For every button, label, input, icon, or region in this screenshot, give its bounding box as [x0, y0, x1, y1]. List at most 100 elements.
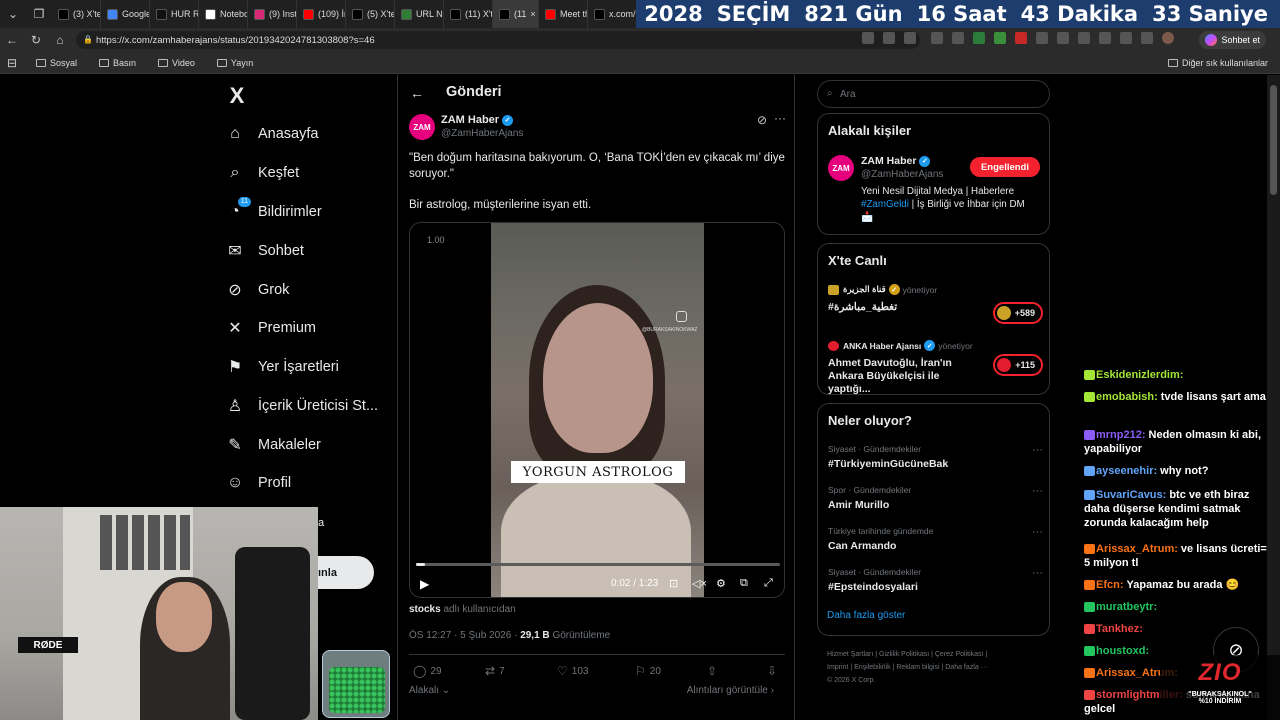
more-options-icon[interactable]: ··· [1032, 485, 1043, 497]
fullscreen-icon[interactable]: ⤢ [764, 577, 773, 590]
other-bookmarks[interactable]: Diğer sık kullanılanlar [1167, 58, 1268, 68]
author-name[interactable]: ZAM Haber ✓ [441, 114, 514, 126]
ext-icon[interactable] [952, 32, 964, 44]
browser-tab[interactable]: Notebo [199, 0, 248, 28]
video-player[interactable]: 1.00 @BURAKSAKINOKWAZ YORGUN ASTROLOG ▶ … [409, 222, 785, 598]
more-options-icon[interactable]: ··· [1032, 526, 1043, 538]
author-avatar[interactable]: ZAM [409, 114, 435, 140]
nav-item-search[interactable]: ⌕ Keşfet [226, 164, 300, 182]
nav-item-profile[interactable]: ☺ Profil [226, 474, 291, 492]
ext-icon[interactable] [973, 32, 985, 44]
tab-actions-icon[interactable]: ⊟ [0, 51, 24, 75]
post-button[interactable]: ınla [318, 556, 374, 589]
relevance-dropdown[interactable]: Alakalı ⌄ [409, 685, 450, 696]
bookmark-folder-sosyal[interactable]: Sosyal [36, 58, 77, 68]
url-field[interactable]: 🔒 https://x.com/zamhaberajans/status/2019… [76, 31, 920, 49]
more-options-icon[interactable]: ··· [774, 111, 786, 125]
more-icon[interactable] [1141, 32, 1153, 44]
bio-hashtag[interactable]: #ZamGeldi [861, 199, 909, 210]
browser-tab[interactable]: HUR Re [150, 0, 199, 28]
reply-button[interactable]: ◯ 29 [413, 664, 442, 678]
profile-avatar[interactable] [1162, 32, 1174, 44]
nav-item-creator[interactable]: ♙ İçerik Üreticisi St... [226, 397, 378, 415]
search-input[interactable]: ⌕ Ara [817, 80, 1050, 108]
collections-icon[interactable] [1120, 32, 1132, 44]
bookmark-folder-yayin[interactable]: Yayın [216, 58, 253, 68]
view-quotes-link[interactable]: Alıntıları görüntüle › [687, 685, 774, 696]
nav-item-x[interactable]: ✕ Premium [226, 319, 316, 337]
ext-icon[interactable] [1015, 32, 1027, 44]
bookmark-button[interactable]: ⚐ 20 [635, 664, 661, 678]
grok-icon[interactable]: ⊘ [757, 113, 767, 127]
favorites-icon[interactable] [1078, 32, 1090, 44]
legal-line[interactable]: Imprint | Erişilebilirlik | Reklam bilgi… [827, 661, 1042, 674]
nav-item-bell[interactable]: ◔ 11 Bildirimler [226, 197, 322, 221]
download-button[interactable]: ⇩ [767, 664, 777, 678]
other-bookmarks-label: Diğer sık kullanılanlar [1181, 58, 1268, 68]
source-user[interactable]: stocks [409, 604, 441, 615]
nav-item-article[interactable]: ✎ Makaleler [226, 436, 321, 454]
close-tab-icon[interactable]: × [530, 9, 535, 19]
more-options-icon[interactable]: ··· [1032, 444, 1043, 456]
browser-tab[interactable]: URL Ni [395, 0, 444, 28]
extensions-icon[interactable] [1036, 32, 1048, 44]
captions-icon[interactable]: ⊡ [669, 577, 678, 590]
chat-button[interactable]: Sohbet et [1199, 31, 1266, 49]
live-item[interactable]: قناة الجزيرة ✓ yönetiyor #تغطية_مباشرة +58… [828, 284, 1043, 324]
blocked-button[interactable]: Engellendi [970, 157, 1040, 177]
split-screen-icon[interactable] [1057, 32, 1069, 44]
trend-item[interactable]: Spor · Gündemdekiler Amir Murillo ··· [828, 485, 1043, 511]
like-button[interactable]: ♡ 103 [557, 664, 588, 678]
bookmark-folder-video[interactable]: Video [158, 58, 195, 68]
favorite-icon[interactable] [904, 32, 916, 44]
copilot-icon[interactable] [1099, 32, 1111, 44]
back-arrow-icon[interactable]: ← [410, 85, 424, 101]
nav-item-grok[interactable]: ⊘ Grok [226, 281, 289, 299]
browser-tab[interactable]: x.com/ [588, 0, 637, 28]
settings-gear-icon[interactable]: ⚙ [716, 577, 726, 590]
related-avatar[interactable]: ZAM [828, 155, 854, 181]
x-logo-icon[interactable]: X [226, 83, 248, 109]
ext-icon[interactable] [931, 32, 943, 44]
live-item[interactable]: ANKA Haber Ajansı ✓ yönetiyor Ahmet Davuto… [828, 340, 1043, 396]
browser-tab[interactable]: (5) X'te [346, 0, 395, 28]
related-handle[interactable]: @ZamHaberAjans [861, 169, 943, 180]
bookmark-folder-basin[interactable]: Basın [99, 58, 136, 68]
legal-line[interactable]: Hizmet Şartları | Gizlilik Politikası | … [827, 648, 1042, 661]
video-progress-bar[interactable] [416, 563, 780, 566]
more-options-icon[interactable]: ··· [1032, 567, 1043, 579]
reader-icon[interactable] [862, 32, 874, 44]
browser-tab[interactable]: (9) Inst [248, 0, 297, 28]
ext-icon[interactable] [994, 32, 1006, 44]
trend-item[interactable]: Türkiye tarihinde gündemde Can Armando ··· [828, 526, 1043, 552]
browser-tab[interactable]: (11 × [493, 0, 539, 28]
nav-item-bookmark[interactable]: ⚑ Yer İşaretleri [226, 358, 339, 376]
author-handle[interactable]: @ZamHaberAjans [441, 128, 523, 139]
repost-button[interactable]: ⇄ 7 [485, 664, 505, 678]
related-name[interactable]: ZAM Haber ✓ [861, 155, 931, 167]
workspaces-icon[interactable]: ❐ [26, 0, 52, 28]
trend-item[interactable]: Siyaset · Gündemdekiler #Epsteindosyalari… [828, 567, 1043, 593]
mute-icon[interactable]: ◁× [692, 577, 707, 590]
nav-item-home[interactable]: ⌂ Anasayfa [226, 125, 318, 143]
browser-tab[interactable]: Meet th [539, 0, 588, 28]
scrollbar-thumb[interactable] [1270, 85, 1277, 195]
browser-tab[interactable]: (3) X'te [52, 0, 101, 28]
trend-item[interactable]: Siyaset · Gündemdekiler #TürkiyeminGücüne… [828, 444, 1043, 470]
page-scrollbar[interactable] [1267, 75, 1280, 720]
browser-tab[interactable]: Google [101, 0, 150, 28]
translate-icon[interactable] [883, 32, 895, 44]
play-icon[interactable]: ▶ [420, 577, 429, 591]
pip-icon[interactable]: ⧉ [740, 577, 748, 590]
home-icon[interactable]: ⌂ [48, 28, 72, 52]
share-button[interactable]: ⇧ [707, 664, 717, 678]
refresh-icon[interactable]: ↻ [24, 28, 48, 52]
browser-tab[interactable]: (11) X't [444, 0, 493, 28]
post-time[interactable]: ÖS 12:27 · 5 Şub 2026 · [409, 630, 517, 641]
back-icon[interactable]: ← [0, 28, 24, 52]
browser-tab[interactable]: (109) İr [297, 0, 346, 28]
nav-item-mail[interactable]: ✉ Sohbet [226, 242, 304, 260]
show-more-link[interactable]: Daha fazla göster [827, 610, 905, 621]
playback-speed[interactable]: 1.00 [427, 235, 445, 245]
tab-menu-icon[interactable]: ⌄ [0, 0, 26, 28]
